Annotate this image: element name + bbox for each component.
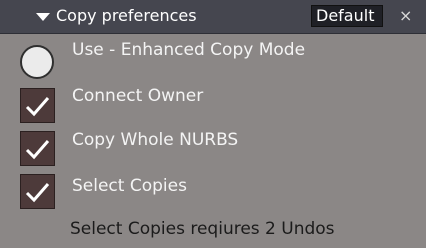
checkmark-icon [25, 183, 50, 203]
checkmark-icon [25, 97, 50, 117]
connect-owner-label[interactable]: Connect Owner [72, 86, 203, 106]
enhanced-copy-mode-label[interactable]: Use - Enhanced Copy Mode [72, 40, 305, 60]
panel-title: Copy preferences [56, 6, 197, 25]
copy-whole-nurbs-checkbox[interactable] [20, 131, 55, 166]
collapse-triangle-icon[interactable] [36, 13, 50, 21]
preset-selector[interactable]: Default [311, 5, 383, 27]
close-icon[interactable]: × [399, 6, 412, 26]
enhanced-copy-mode-radio[interactable] [20, 45, 54, 79]
panel-header[interactable]: Copy preferences Default × [0, 0, 426, 34]
select-copies-checkbox[interactable] [20, 174, 55, 209]
copy-preferences-panel: Copy preferences Default × Use - Enhance… [0, 0, 426, 248]
checkmark-icon [25, 140, 50, 160]
copy-whole-nurbs-label[interactable]: Copy Whole NURBS [72, 130, 238, 150]
connect-owner-checkbox[interactable] [20, 88, 55, 123]
preset-label: Default [316, 6, 375, 25]
select-copies-label[interactable]: Select Copies [72, 176, 187, 196]
undo-note: Select Copies reqiures 2 Undos [70, 219, 335, 239]
